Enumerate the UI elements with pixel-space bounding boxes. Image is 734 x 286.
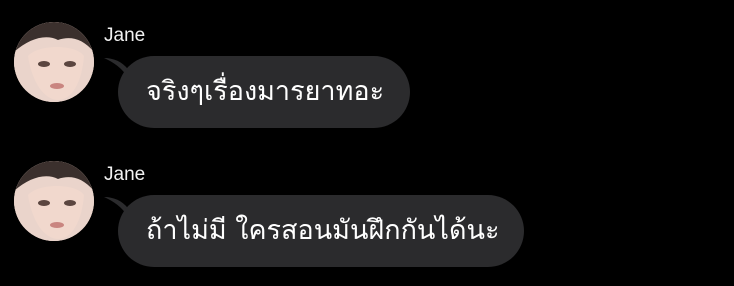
chat-thread: Jane จริงๆเรื่องมารยาทอะ Jane ถ้าไม่มี ใ…: [0, 0, 734, 286]
message-text: จริงๆเรื่องมารยาทอะ: [146, 76, 385, 107]
message-row: Jane ถ้าไม่มี ใครสอนมันฝึกกันได้นะ: [0, 161, 734, 281]
message-bubble[interactable]: ถ้าไม่มี ใครสอนมันฝึกกันได้นะ: [118, 195, 524, 267]
sender-name: Jane: [104, 164, 146, 185]
avatar-photo-icon: [14, 22, 94, 102]
sender-name: Jane: [104, 25, 146, 46]
avatar[interactable]: [14, 161, 94, 241]
message-row: Jane จริงๆเรื่องมารยาทอะ: [0, 22, 734, 142]
message-text: ถ้าไม่มี ใครสอนมันฝึกกันได้นะ: [146, 215, 500, 246]
message-bubble[interactable]: จริงๆเรื่องมารยาทอะ: [118, 56, 410, 128]
avatar-photo-icon: [14, 161, 94, 241]
avatar[interactable]: [14, 22, 94, 102]
